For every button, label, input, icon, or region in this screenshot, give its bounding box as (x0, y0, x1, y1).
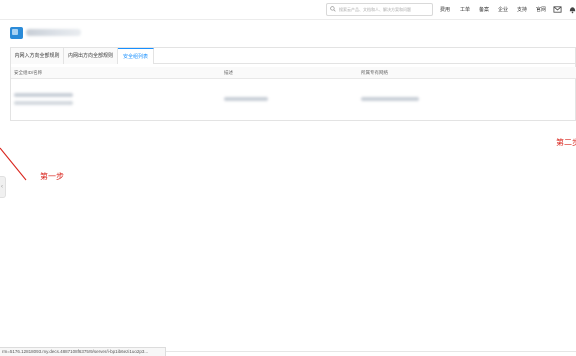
vpc-id-link[interactable] (361, 97, 419, 101)
annotation-step-2: 第二步 (556, 138, 576, 147)
bottom-divider (166, 351, 576, 352)
annotation-step-1: 第一步 (40, 172, 64, 181)
column-header-id-name: 安全组ID/名称 (14, 70, 43, 75)
nav-official-site[interactable]: 官网 (536, 5, 546, 15)
column-header-vpc: 所属专有网络 (361, 70, 388, 75)
browser-status-url: rm=5176.12818093.my.decs.4887108f6375!9/… (0, 347, 166, 356)
tab-outbound-rules[interactable]: 内网出方向全部规则 (64, 48, 118, 64)
security-group-name (14, 101, 73, 105)
message-icon[interactable] (553, 5, 562, 14)
instance-logo (10, 27, 23, 39)
nav-tickets[interactable]: 工单 (460, 5, 470, 15)
top-navigation-bar: 搜索云产品、文档和人、解决方案和问题 费用 工单 备案 企业 支持 官网 (0, 0, 576, 20)
instance-title (26, 29, 81, 36)
nav-icp-filing[interactable]: 备案 (479, 5, 489, 15)
search-icon (330, 6, 336, 12)
nav-enterprise[interactable]: 企业 (498, 5, 508, 15)
table-header (11, 67, 576, 79)
bell-icon[interactable] (568, 5, 576, 14)
chevron-left-icon: ‹ (1, 184, 3, 190)
search-input[interactable]: 搜索云产品、文档和人、解决方案和问题 (326, 3, 433, 16)
nav-billing[interactable]: 费用 (440, 5, 450, 15)
tab-inbound-rules[interactable]: 内网入方向全部规则 (11, 48, 64, 64)
search-placeholder: 搜索云产品、文档和人、解决方案和问题 (339, 7, 411, 12)
security-group-description (224, 97, 268, 101)
tab-security-group-list[interactable]: 安全组列表 (118, 48, 154, 64)
column-header-description: 描述 (224, 70, 233, 75)
security-group-id-link[interactable] (14, 93, 73, 97)
sidebar-collapse-handle[interactable]: ‹ (0, 176, 6, 198)
nav-support[interactable]: 支持 (517, 5, 527, 15)
